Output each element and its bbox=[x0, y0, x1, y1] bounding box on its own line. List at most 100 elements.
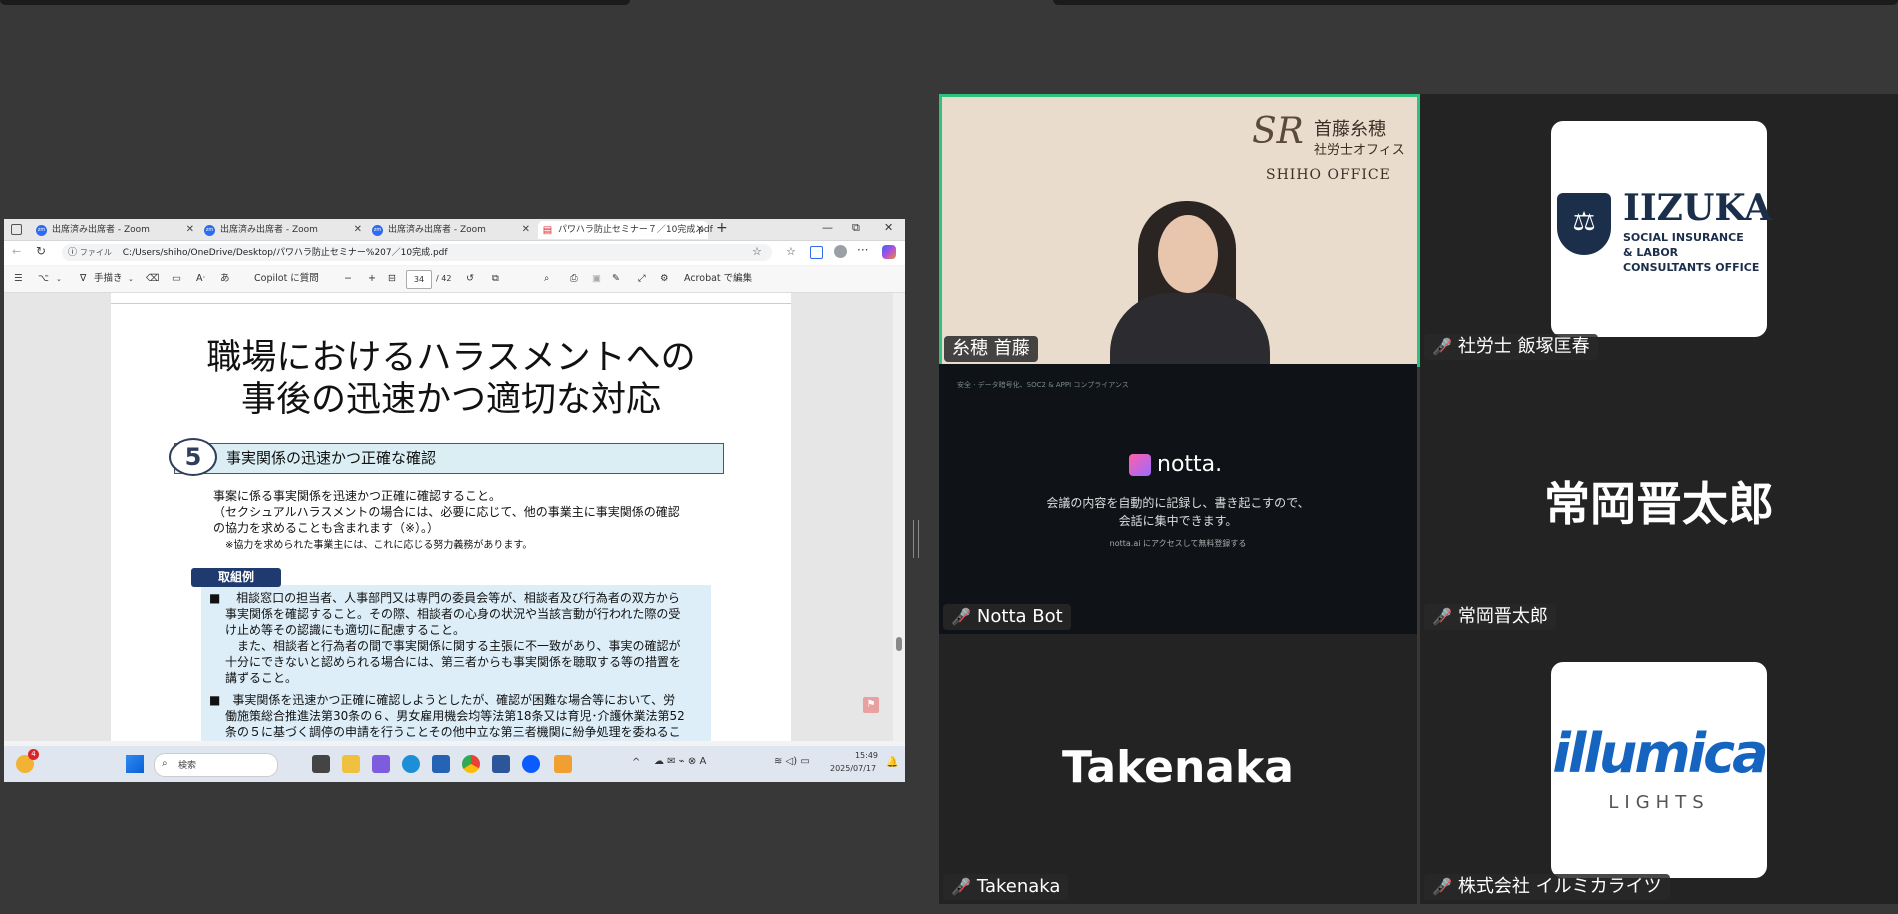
browser-tab-bar: zm 出席済み出席者 - Zoom ✕ zm 出席済み出席者 - Zoom ✕ … bbox=[4, 219, 905, 241]
chevron-down-icon[interactable]: ⌄ bbox=[56, 266, 62, 292]
restore-icon[interactable]: ⧉ bbox=[852, 221, 860, 235]
browser-tab-active[interactable]: ▤ パワハラ防止セミナー７／10完成.pdf ✕ bbox=[538, 221, 713, 239]
browser-tab[interactable]: zm 出席済み出席者 - Zoom ✕ bbox=[368, 221, 534, 239]
zoom-icon: zm bbox=[36, 225, 47, 236]
save-icon[interactable]: ▣ bbox=[592, 266, 601, 292]
close-icon[interactable]: ✕ bbox=[186, 221, 194, 239]
contents-icon[interactable]: ☰ bbox=[14, 266, 23, 292]
zoom-out-icon[interactable]: − bbox=[344, 266, 352, 292]
pdf-page: 職場におけるハラスメントへの 事後の迅速かつ適切な対応 5 事実関係の迅速かつ正… bbox=[111, 293, 791, 741]
example-text: また、相談者と行為者の間で事実関係に関する主張に不一致があり、事実の確認が bbox=[225, 639, 681, 653]
shared-screen[interactable]: zm 出席済み出席者 - Zoom ✕ zm 出席済み出席者 - Zoom ✕ … bbox=[4, 219, 905, 782]
vertical-scrollbar[interactable] bbox=[893, 293, 905, 741]
refresh-icon[interactable]: ↻ bbox=[36, 244, 46, 258]
chevron-down-icon[interactable]: ⌄ bbox=[128, 266, 134, 292]
participant-name-tag: 糸穂 首藤 bbox=[944, 336, 1038, 362]
split-handle[interactable] bbox=[913, 520, 919, 558]
zoom-icon: zm bbox=[204, 225, 215, 236]
notta-message: 会話に集中できます。 bbox=[1118, 514, 1238, 528]
participant-tile[interactable]: ⚖ IIZUKA SOCIAL INSURANCE & LABOR CONSUL… bbox=[1420, 94, 1898, 364]
rotate-icon[interactable]: ↺ bbox=[466, 266, 474, 292]
browser-tab[interactable]: zm 出席済み出席者 - Zoom ✕ bbox=[200, 221, 366, 239]
participant-tile[interactable]: 安全 · データ暗号化、SOC2 & APPI コンプライアンス notta. … bbox=[939, 364, 1417, 634]
profile-avatar[interactable] bbox=[834, 245, 847, 258]
scrollbar-thumb[interactable] bbox=[896, 637, 902, 651]
tab-label: パワハラ防止セミナー７／10完成.pdf bbox=[558, 225, 713, 235]
page-view-icon[interactable]: ⧉ bbox=[492, 266, 499, 292]
participant-tile[interactable]: illumica LIGHTS 🎤̸ 株式会社 イルミカライツ bbox=[1420, 634, 1898, 904]
split-view-icon[interactable] bbox=[810, 246, 823, 259]
notta-message: 会議の内容を自動的に記録し、書き起こすので、 bbox=[1046, 496, 1310, 510]
chrome-icon[interactable] bbox=[462, 755, 480, 773]
minimize-icon[interactable]: — bbox=[822, 221, 833, 234]
participant-name-tag: 🎤̸ Takenaka bbox=[943, 874, 1069, 900]
fullscreen-icon[interactable]: ⤢ bbox=[638, 266, 646, 292]
save-as-icon[interactable]: ✎ bbox=[612, 266, 620, 292]
page-number-input[interactable]: 34 bbox=[406, 270, 432, 289]
office-brand: 首藤糸穂 bbox=[1314, 119, 1386, 140]
taskbar-time: 15:49 bbox=[854, 751, 878, 760]
text-box-icon[interactable]: ▭ bbox=[172, 266, 181, 292]
notta-logo-icon bbox=[1129, 454, 1151, 476]
close-window-icon[interactable]: ✕ bbox=[884, 221, 893, 234]
copilot-icon[interactable] bbox=[882, 245, 896, 259]
edge-icon[interactable] bbox=[402, 755, 420, 773]
participant-tile[interactable]: 常岡晋太郎 🎤̸ 常岡晋太郎 bbox=[1420, 364, 1898, 634]
example-text: 条の５に基づく調停の申請を行うことその他中立な第三者機関に紛争処理を委ねるこ bbox=[225, 725, 681, 739]
office-english-name: SHIHO OFFICE bbox=[1266, 167, 1391, 183]
copilot-app-icon[interactable] bbox=[372, 755, 390, 773]
pdf-viewport[interactable]: 職場におけるハラスメントへの 事後の迅速かつ適切な対応 5 事実関係の迅速かつ正… bbox=[4, 293, 905, 741]
back-icon[interactable]: ← bbox=[12, 245, 21, 258]
translate-icon[interactable]: あ bbox=[220, 266, 230, 292]
section-number: 5 bbox=[169, 438, 217, 476]
tab-label: 出席済み出席者 - Zoom bbox=[220, 225, 318, 235]
tab-label: 出席済み出席者 - Zoom bbox=[52, 225, 150, 235]
start-icon[interactable] bbox=[126, 755, 144, 773]
mic-muted-icon: 🎤̸ bbox=[951, 607, 971, 626]
draw-button[interactable]: 手描き bbox=[94, 266, 123, 292]
favorite-star-icon[interactable]: ☆ bbox=[752, 245, 762, 258]
print-icon[interactable]: ⎙ bbox=[570, 266, 578, 292]
read-aloud-icon[interactable]: Aᐧ bbox=[196, 266, 205, 292]
search-icon[interactable]: ⌕ bbox=[544, 266, 549, 292]
url-field[interactable]: ⓘ ファイル C:/Users/shiho/OneDrive/Desktop/パ… bbox=[62, 244, 772, 261]
zoom-in-icon[interactable]: + bbox=[368, 266, 376, 292]
illumica-logo-title: illumica bbox=[1552, 722, 1768, 785]
fit-page-icon[interactable]: ⊟ bbox=[388, 266, 396, 292]
new-tab-button[interactable]: + bbox=[716, 220, 728, 236]
example-text: ■ 相談窓口の担当者、人事部門又は専門の委員会等が、相談者及び行為者の双方から bbox=[209, 591, 680, 605]
copilot-ask-button[interactable]: Copilot に質問 bbox=[254, 266, 319, 292]
settings-app-icon[interactable] bbox=[554, 755, 572, 773]
zoom-app-icon[interactable] bbox=[522, 755, 540, 773]
notification-badge: 4 bbox=[28, 749, 39, 760]
acrobat-icon[interactable]: ⚑ bbox=[863, 697, 879, 713]
task-view-icon[interactable] bbox=[312, 755, 330, 773]
store-icon[interactable] bbox=[432, 755, 450, 773]
draw-icon[interactable]: ∇ bbox=[80, 266, 86, 292]
browser-tab[interactable]: zm 出席済み出席者 - Zoom ✕ bbox=[32, 221, 198, 239]
notifications-icon[interactable]: 🔔 bbox=[886, 757, 898, 768]
tray-icons[interactable]: ☁ ✉ ⌁ ⊗ A bbox=[654, 756, 706, 767]
taskbar-search[interactable] bbox=[154, 753, 278, 777]
url-text: C:/Users/shiho/OneDrive/Desktop/パワハラ防止セミ… bbox=[122, 248, 448, 258]
section-title: 事実関係の迅速かつ正確な確認 bbox=[226, 449, 437, 467]
highlight-icon[interactable]: ⌥ bbox=[38, 266, 49, 292]
page-total: / 42 bbox=[436, 274, 452, 283]
body-text: （セクシュアルハラスメントの場合には、必要に応じて、他の事業主に事実関係の確認 bbox=[213, 505, 680, 519]
chevron-up-icon[interactable]: ^ bbox=[632, 757, 640, 768]
word-icon[interactable] bbox=[492, 755, 510, 773]
example-text: 働施策総合推進法第30条の６、男女雇用機会均等法第18条又は育児･介護休業法第5… bbox=[225, 709, 685, 723]
close-icon[interactable]: ✕ bbox=[696, 221, 704, 239]
tab-actions-icon[interactable] bbox=[11, 224, 22, 235]
acrobat-edit-button[interactable]: Acrobat で編集 bbox=[684, 266, 752, 292]
extension-icon[interactable]: ☆ bbox=[786, 245, 796, 258]
close-icon[interactable]: ✕ bbox=[354, 221, 362, 239]
participant-tile[interactable]: Takenaka 🎤̸ Takenaka bbox=[939, 634, 1417, 904]
file-explorer-icon[interactable] bbox=[342, 755, 360, 773]
eraser-icon[interactable]: ⌫ bbox=[146, 266, 159, 292]
more-options-icon[interactable]: ··· bbox=[857, 243, 868, 257]
close-icon[interactable]: ✕ bbox=[522, 221, 530, 239]
settings-icon[interactable]: ⚙ bbox=[660, 266, 669, 292]
participant-tile-active[interactable]: SR 首藤糸穂 社労士オフィス SHIHO OFFICE 糸穂 首藤 bbox=[939, 94, 1420, 367]
network-volume-icons[interactable]: ≋ ◁) ▭ bbox=[774, 756, 810, 767]
